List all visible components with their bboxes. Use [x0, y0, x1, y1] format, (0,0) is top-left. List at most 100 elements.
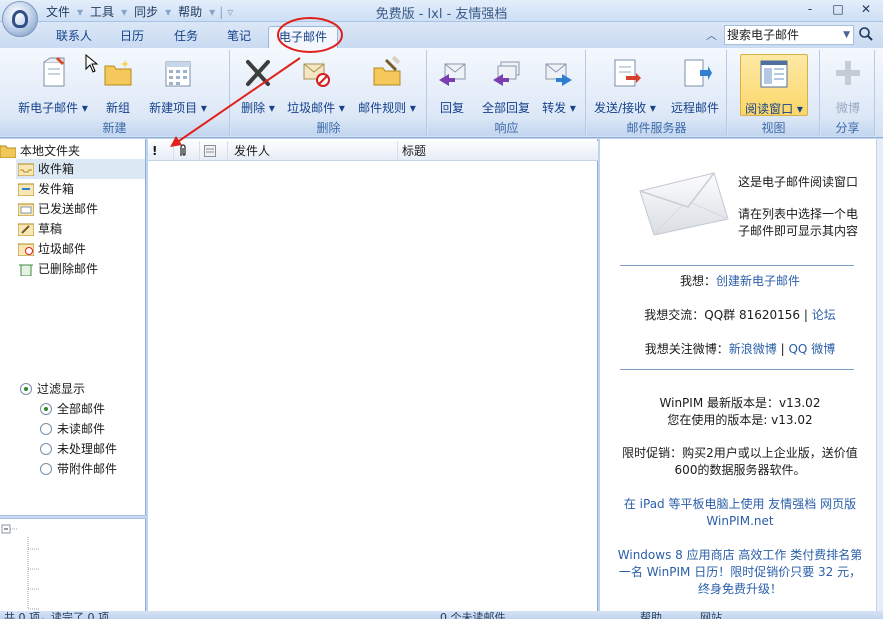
delete-button[interactable]: 删除 ▾: [237, 56, 279, 116]
reply-all-icon: [493, 61, 520, 86]
tab-tasks[interactable]: 任务: [164, 26, 208, 48]
status-website[interactable]: 网站: [700, 611, 722, 619]
want-line: 我想：创建新电子邮件: [679, 274, 801, 288]
new-email-icon: [43, 56, 65, 87]
tab-email[interactable]: 电子邮件: [268, 26, 339, 48]
follow-line: 我想关注微博：新浪微博 | QQ 微博: [644, 342, 836, 356]
folder-inbox[interactable]: 收件箱: [16, 159, 145, 179]
forum-link[interactable]: 论坛: [812, 308, 836, 322]
divider: [620, 265, 854, 266]
new-email-button[interactable]: 新电子邮件 ▾: [14, 56, 92, 116]
chat-line: 我想交流：QQ群 81620156 | 论坛: [644, 308, 836, 322]
group-label-mail-server: 邮件服务器: [587, 120, 726, 136]
current-version: 您在使用的版本是: v13.02: [667, 413, 813, 427]
folder-pane: 本地文件夹 收件箱 发件箱 已发送邮件 草稿 垃圾邮件 已删除邮件 过滤显示 全…: [0, 139, 146, 611]
tab-calendar[interactable]: 日历: [110, 26, 154, 48]
col-importance[interactable]: !: [148, 141, 174, 161]
folder-icon: [0, 145, 16, 158]
junk-mail-icon: [303, 63, 330, 87]
col-type[interactable]: [200, 141, 228, 161]
send-receive-button[interactable]: 发送/接收 ▾: [591, 56, 659, 116]
filter-unprocessed[interactable]: 未处理邮件: [40, 439, 117, 459]
reading-window-button[interactable]: 阅读窗口 ▾: [740, 54, 808, 116]
tab-contacts[interactable]: 联系人: [46, 26, 102, 48]
reply-button[interactable]: 回复: [434, 56, 470, 116]
radio-icon: [40, 443, 52, 455]
folder-junk[interactable]: 垃圾邮件: [18, 239, 86, 259]
send-receive-icon: [614, 59, 641, 87]
weibo-button[interactable]: 微博: [829, 56, 867, 116]
store-link-1[interactable]: Windows 8 应用商店 高效工作 类付费排名第: [610, 547, 870, 564]
delete-x-icon: [246, 60, 270, 86]
search-dropdown-icon[interactable]: ▼: [843, 26, 850, 44]
col-sender[interactable]: 发件人: [230, 141, 398, 161]
filter-all-mail[interactable]: 全部邮件: [40, 399, 105, 419]
message-list: ! 发件人 标题: [148, 139, 598, 611]
col-subject[interactable]: 标题: [398, 141, 598, 161]
winpim-net-link[interactable]: WinPIM.net: [610, 513, 870, 530]
group-new: 新电子邮件 ▾ 新组 新建项目 ▾ 新建: [0, 50, 230, 136]
forward-icon: [545, 63, 572, 86]
promo-line-1: 限时促销：购买2用户或以上企业版，送价值: [622, 446, 858, 460]
reading-pane: 这是电子邮件阅读窗口 请在列表中选择一个电 子邮件即可显示其内容 我想：创建新电…: [600, 139, 876, 611]
drafts-icon: [18, 223, 34, 236]
app-orb-button[interactable]: [2, 1, 38, 37]
minimize-button[interactable]: -: [797, 1, 823, 19]
group-mail-server: 发送/接收 ▾ 远程邮件 邮件服务器: [587, 50, 727, 136]
group-delete: 删除 ▾ 垃圾邮件 ▾ 邮件规则 ▾ 删除: [231, 50, 427, 136]
store-link-2[interactable]: 一名 WinPIM 日历！限时促销价只要 32 元，: [610, 564, 870, 581]
ipad-link[interactable]: 在 iPad 等平板电脑上使用 友情强档 网页版: [610, 496, 870, 513]
new-folder-icon: [104, 60, 132, 86]
folder-drafts[interactable]: 草稿: [18, 219, 62, 239]
close-button[interactable]: ✕: [853, 1, 879, 19]
folder-sent[interactable]: 已发送邮件: [18, 199, 98, 219]
col-attachment[interactable]: [174, 141, 200, 161]
latest-version: WinPIM 最新版本是：v13.02: [659, 396, 821, 410]
group-label-new: 新建: [0, 120, 229, 136]
sina-weibo-link[interactable]: 新浪微博: [729, 342, 777, 356]
inbox-icon: [18, 163, 34, 176]
window-title: 免费版 - lxl - 友情强档: [375, 7, 508, 22]
reply-icon: [439, 63, 466, 86]
qq-weibo-link[interactable]: QQ 微博: [788, 342, 835, 356]
forward-button[interactable]: 转发 ▾: [538, 56, 580, 116]
maximize-button[interactable]: □: [825, 1, 851, 19]
calendar-grid-icon: [165, 61, 191, 87]
status-help[interactable]: 帮助: [640, 611, 662, 619]
remote-mail-button[interactable]: 远程邮件: [667, 56, 723, 116]
reply-all-button[interactable]: 全部回复: [478, 56, 534, 116]
vertical-scrollbar[interactable]: [876, 139, 883, 611]
rules-icon: [373, 55, 401, 86]
search-icon[interactable]: [858, 26, 874, 42]
divider: [620, 369, 854, 370]
reading-intro-body-1: 请在列表中选择一个电: [738, 207, 859, 221]
filter-title[interactable]: 过滤显示: [20, 379, 85, 399]
reading-pane-icon: [760, 60, 788, 88]
status-bar: 共 0 项，读完了 0 项 0 个未读邮件 帮助 网站: [0, 611, 883, 619]
group-share: 微博 分享: [821, 50, 875, 136]
group-view: 阅读窗口 ▾ 视图: [728, 50, 820, 136]
paperclip-icon: [180, 144, 186, 156]
search-input[interactable]: 搜索电子邮件 ▼: [724, 25, 854, 45]
trash-icon: [19, 264, 33, 276]
new-group-button[interactable]: 新组: [98, 56, 138, 116]
store-link-3[interactable]: 终身免费升级！: [610, 581, 870, 598]
list-header: ! 发件人 标题: [148, 141, 598, 161]
new-item-button[interactable]: 新建项目 ▾: [144, 56, 212, 116]
promo-line-2: 600的数据服务器软件。: [674, 463, 806, 477]
folder-outbox[interactable]: 发件箱: [18, 179, 74, 199]
status-count: 共 0 项，读完了 0 项: [4, 611, 109, 619]
collapse-ribbon-icon[interactable]: ︿: [706, 27, 717, 43]
group-label-share: 分享: [821, 120, 874, 136]
create-email-link[interactable]: 创建新电子邮件: [716, 274, 800, 288]
tab-notes[interactable]: 笔记: [217, 26, 261, 48]
folder-deleted[interactable]: 已删除邮件: [18, 259, 98, 279]
ribbon: 新电子邮件 ▾ 新组 新建项目 ▾ 新建 删除 ▾ 垃圾邮件 ▾ 邮件规则 ▾ …: [0, 48, 883, 138]
filter-attachment[interactable]: 带附件邮件: [40, 459, 117, 479]
folder-root[interactable]: 本地文件夹: [0, 141, 80, 161]
plus-icon: [836, 61, 860, 85]
junk-mail-button[interactable]: 垃圾邮件 ▾: [285, 56, 347, 116]
mail-rules-button[interactable]: 邮件规则 ▾: [355, 55, 419, 116]
group-label-view: 视图: [728, 120, 819, 136]
filter-unread[interactable]: 未读邮件: [40, 419, 105, 439]
